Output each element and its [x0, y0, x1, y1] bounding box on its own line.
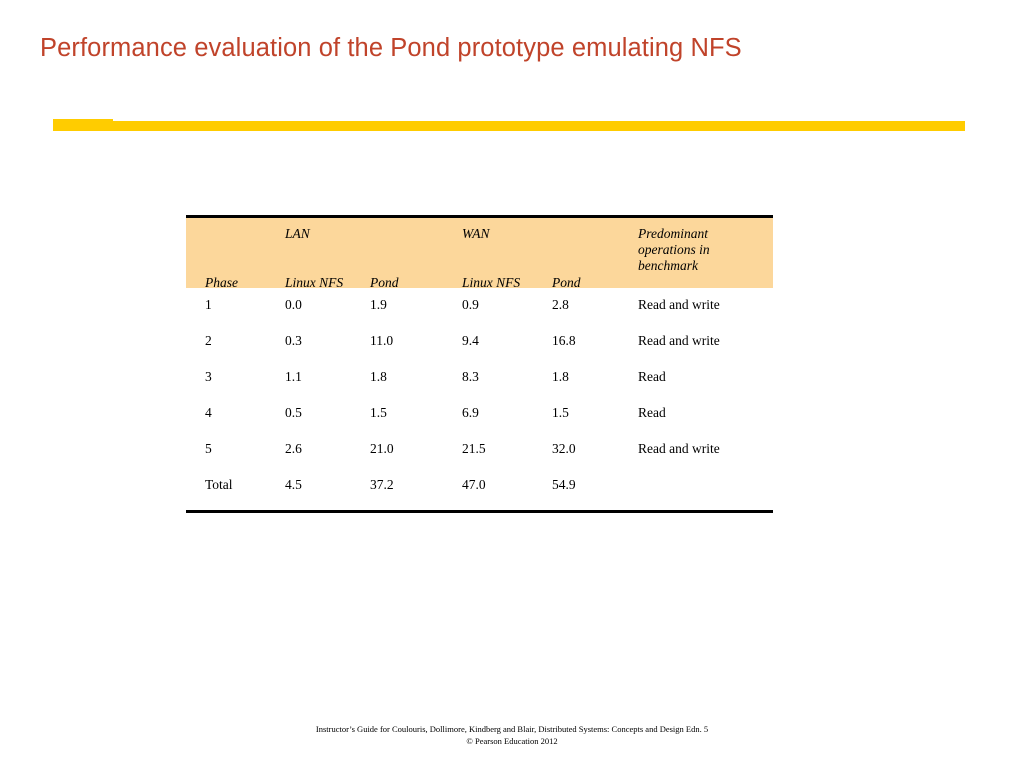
cell-lan-linux-nfs: 1.1 — [285, 369, 302, 384]
cell-phase: 4 — [205, 405, 212, 420]
cell-wan-linux-nfs: 21.5 — [462, 441, 486, 456]
cell-lan-pond: 21.0 — [370, 441, 394, 456]
cell-lan-pond: 37.2 — [370, 477, 394, 492]
table-row: 5 2.6 21.0 21.5 32.0 Read and write — [186, 432, 773, 468]
cell-lan-pond: 1.8 — [370, 369, 387, 384]
column-header-predominant-operations: Predominant operations in benchmark — [638, 226, 710, 273]
cell-operations: Read and write — [638, 441, 720, 456]
table-row-total: Total 4.5 37.2 47.0 54.9 — [186, 468, 773, 504]
cell-phase: 1 — [205, 297, 212, 312]
cell-lan-pond: 11.0 — [370, 333, 394, 348]
cell-wan-pond: 1.8 — [552, 369, 569, 384]
cell-lan-linux-nfs: 0.5 — [285, 405, 302, 420]
cell-wan-linux-nfs: 6.9 — [462, 405, 479, 420]
footer-copyright: © Pearson Education 2012 — [466, 736, 558, 746]
cell-wan-pond: 2.8 — [552, 297, 569, 312]
cell-wan-pond: 32.0 — [552, 441, 576, 456]
table-row: 2 0.3 11.0 9.4 16.8 Read and write — [186, 324, 773, 360]
table-row: 3 1.1 1.8 8.3 1.8 Read — [186, 360, 773, 396]
cell-phase: 2 — [205, 333, 212, 348]
table-header: Phase LAN WAN Predominant operations in … — [186, 218, 773, 290]
cell-operations: Read and write — [638, 333, 720, 348]
cell-lan-linux-nfs: 2.6 — [285, 441, 302, 456]
cell-wan-linux-nfs: 47.0 — [462, 477, 486, 492]
cell-operations: Read — [638, 405, 666, 420]
cell-wan-pond: 16.8 — [552, 333, 576, 348]
footer-attribution: Instructor’s Guide for Coulouris, Dollim… — [315, 724, 709, 734]
cell-lan-linux-nfs: 0.3 — [285, 333, 302, 348]
table-row: 1 0.0 1.9 0.9 2.8 Read and write — [186, 288, 773, 324]
cell-wan-linux-nfs: 8.3 — [462, 369, 479, 384]
cell-wan-pond: 1.5 — [552, 405, 569, 420]
cell-phase: 3 — [205, 369, 212, 384]
slide-footer: Instructor’s Guide for Coulouris, Dollim… — [0, 723, 1024, 747]
cell-lan-linux-nfs: 4.5 — [285, 477, 302, 492]
cell-wan-linux-nfs: 9.4 — [462, 333, 479, 348]
table-bottom-rule — [186, 510, 773, 513]
cell-phase: 5 — [205, 441, 212, 456]
table-body: 1 0.0 1.9 0.9 2.8 Read and write 2 0.3 1… — [186, 288, 773, 504]
page-title: Performance evaluation of the Pond proto… — [40, 34, 742, 62]
cell-lan-pond: 1.5 — [370, 405, 387, 420]
cell-operations: Read — [638, 369, 666, 384]
cell-wan-linux-nfs: 0.9 — [462, 297, 479, 312]
table-row: 4 0.5 1.5 6.9 1.5 Read — [186, 396, 773, 432]
cell-lan-pond: 1.9 — [370, 297, 387, 312]
cell-lan-linux-nfs: 0.0 — [285, 297, 302, 312]
cell-operations: Read and write — [638, 297, 720, 312]
cell-wan-pond: 54.9 — [552, 477, 576, 492]
accent-bar — [53, 121, 965, 131]
column-group-header-lan: LAN — [285, 226, 310, 241]
column-group-header-wan: WAN — [462, 226, 490, 241]
cell-phase: Total — [205, 477, 233, 492]
slide-canvas: Performance evaluation of the Pond proto… — [0, 0, 1024, 768]
